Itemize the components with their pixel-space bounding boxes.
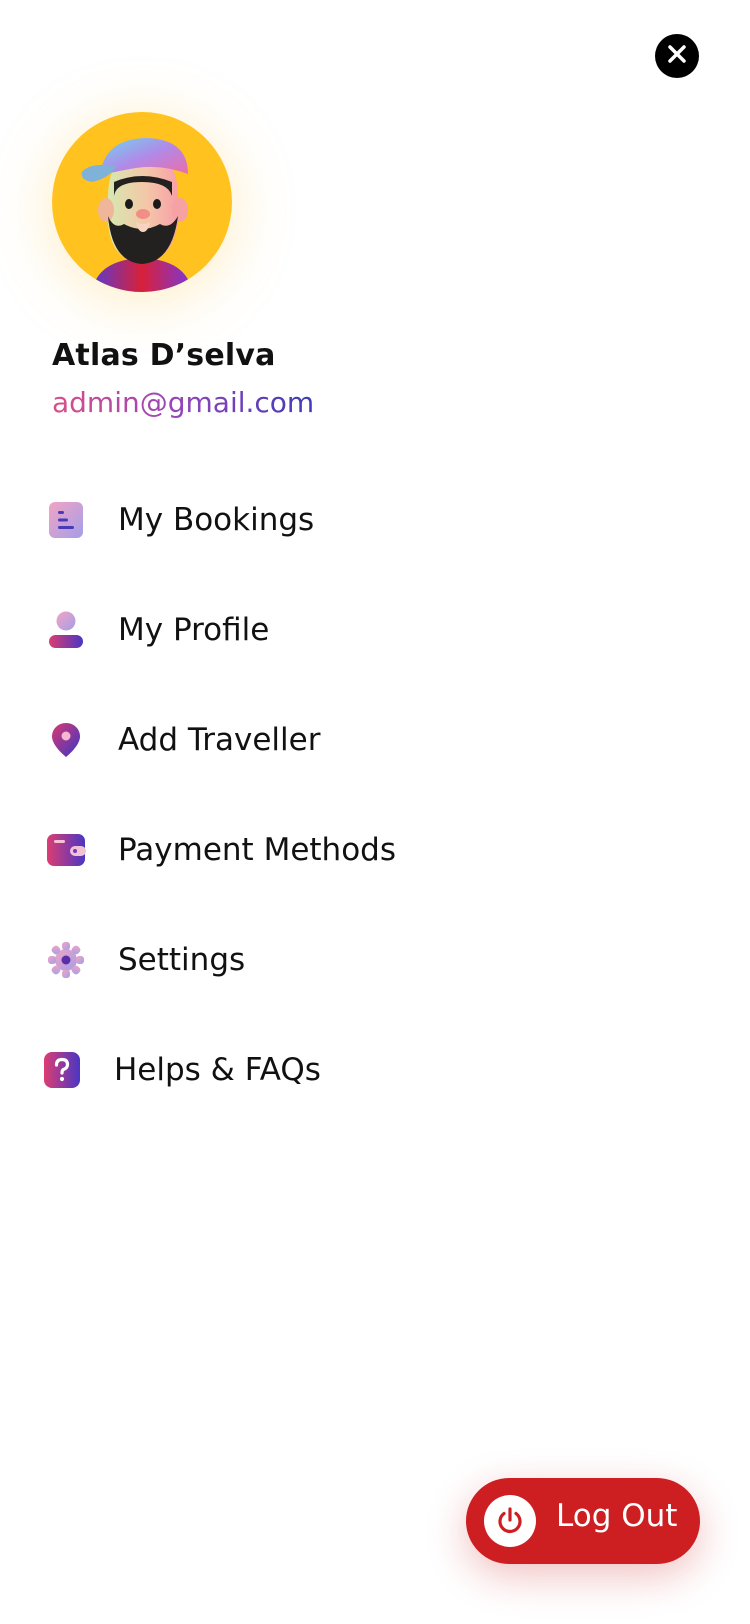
bookings-icon [46, 500, 86, 540]
avatar-illustration [52, 112, 232, 292]
avatar [52, 112, 232, 292]
user-name: Atlas D’selva [52, 338, 276, 373]
close-button[interactable] [655, 34, 699, 78]
menu-label: My Profile [118, 612, 270, 648]
menu-label: Payment Methods [118, 832, 396, 868]
help-icon [42, 1050, 82, 1090]
close-icon [666, 43, 688, 69]
menu-item-settings[interactable]: Settings [0, 920, 700, 1000]
wallet-icon [46, 830, 86, 870]
menu-item-add-traveller[interactable]: Add Traveller [0, 700, 700, 780]
menu-item-my-bookings[interactable]: My Bookings [0, 480, 700, 560]
user-email: admin@gmail.com [52, 386, 315, 419]
menu-label: My Bookings [118, 502, 315, 538]
logout-button[interactable]: Log Out [466, 1478, 700, 1564]
menu-item-my-profile[interactable]: My Profile [0, 590, 700, 670]
menu-item-payment-methods[interactable]: Payment Methods [0, 810, 700, 890]
menu-label: Settings [118, 942, 246, 978]
menu-item-helps-faqs[interactable]: Helps & FAQs [0, 1030, 700, 1110]
menu-label: Helps & FAQs [114, 1052, 321, 1088]
power-icon [484, 1495, 536, 1547]
location-pin-icon [46, 720, 86, 760]
menu-label: Add Traveller [118, 722, 321, 758]
gear-icon [46, 940, 86, 980]
user-icon [46, 610, 86, 650]
logout-label: Log Out [556, 1498, 678, 1534]
